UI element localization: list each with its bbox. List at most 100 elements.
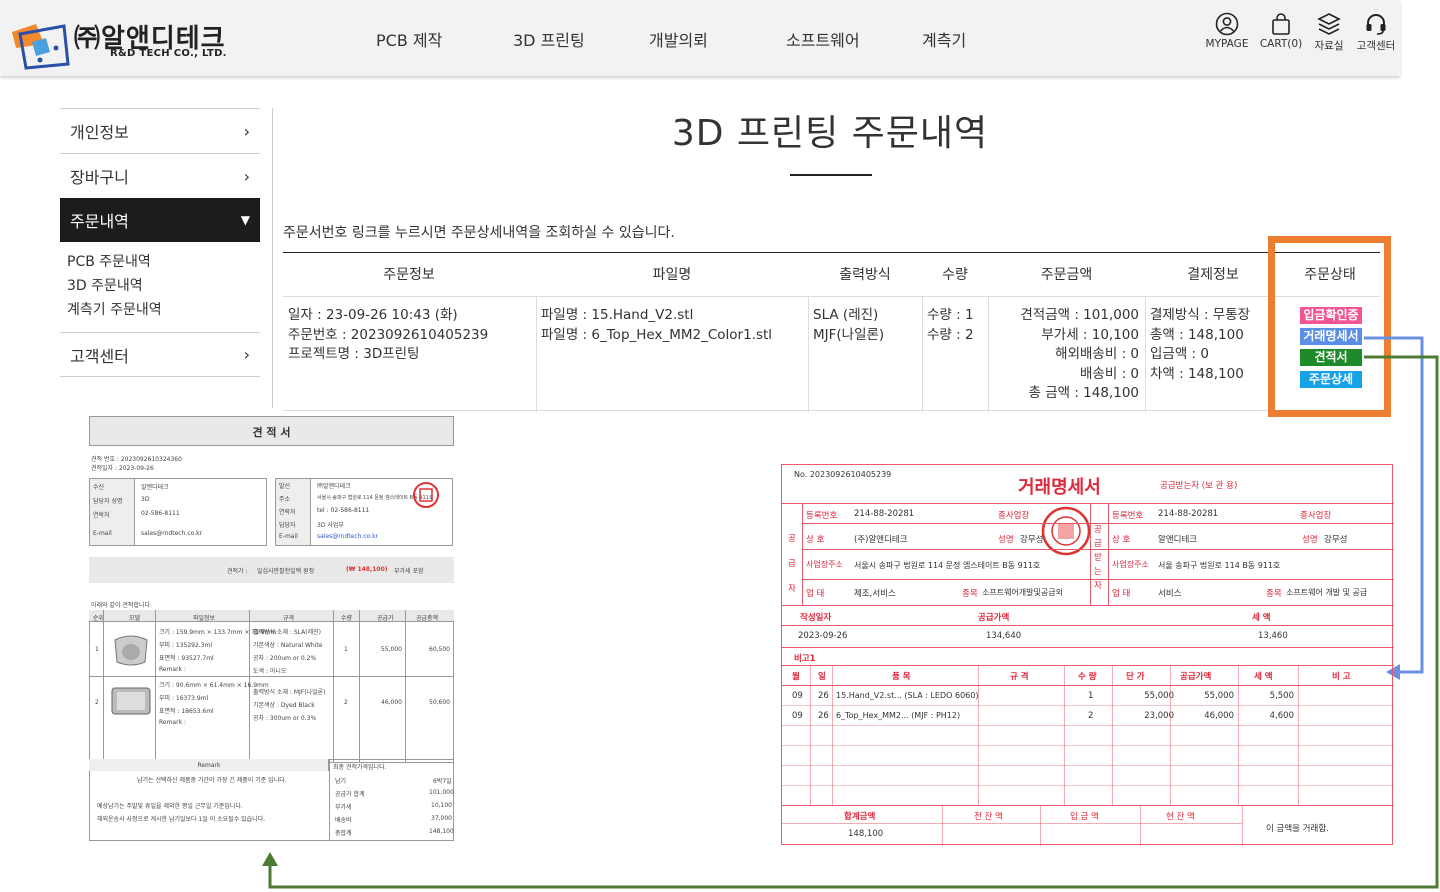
- invoice-receiver-address: 서울 송파구 법원로 114 B동 911호: [1158, 561, 1281, 570]
- invoice-subtitle: 공급받는자 (보 관 용): [1160, 481, 1238, 491]
- quote-item-info: 표면적 : 93527.7ml: [159, 655, 214, 662]
- quote-number: 견적 번호 : 2023092610324360: [91, 456, 182, 463]
- quote-field-label: 수신: [93, 484, 105, 491]
- invoice-foot-header: 전 잔 액: [974, 812, 1003, 822]
- quote-field-value: sales@rndtech.co.kr: [317, 533, 379, 540]
- quote-total-label: 견적가 :: [227, 568, 248, 575]
- quote-field-label: 주소: [279, 496, 291, 503]
- invoice-line-qty: 2: [1088, 711, 1094, 721]
- quote-item-price: 46,000: [381, 699, 402, 706]
- invoice-foot-header: 입 금 액: [1070, 812, 1099, 822]
- invoice-label: 업 태: [806, 589, 825, 599]
- quote-intro: 아래와 같이 견적합니다.: [91, 602, 152, 609]
- invoice-date-head: 작성일자: [800, 613, 832, 623]
- quote-item-header: 모델: [129, 615, 141, 622]
- invoice-supplier-item: 소프트웨어개발및공급외: [982, 588, 1063, 597]
- invoice-line-header: 세 액: [1254, 672, 1273, 682]
- invoice-line-month: 09: [792, 711, 803, 721]
- quote-summary-head: 최종 견적가격입니다.: [333, 764, 387, 771]
- invoice-supplier-address: 서울시 송파구 법원로 114 문정 엠스테이트 B동 911호: [854, 561, 1041, 570]
- quote-remark-head: Remark: [197, 762, 221, 769]
- quote-field-label: 발신: [279, 483, 291, 490]
- invoice-line-item: 6_Top_Hex_MM2... (MJF : PH12): [836, 711, 961, 720]
- quote-item-total: 50,600: [429, 699, 450, 706]
- invoice-line-month: 09: [792, 691, 803, 701]
- invoice-foot-note: 이 금액을 거래함.: [1266, 824, 1329, 834]
- invoice-label: 업 태: [1112, 589, 1131, 599]
- quote-item-header: 수량: [341, 615, 353, 622]
- quote-item-spec: 공차 : 200um or 0.2%: [253, 655, 317, 662]
- invoice-receiver-item: 소프트웨어 개발 및 공급: [1286, 588, 1368, 597]
- quote-field-value: ㈜알앤디테크: [317, 483, 351, 490]
- invoice-label: 종사업장: [998, 511, 1030, 521]
- invoice-title: 거래명세서: [1018, 477, 1101, 498]
- green-arrowhead-icon: [262, 852, 278, 866]
- invoice-line-header: 단 가: [1126, 672, 1145, 682]
- quote-summary-label: 배송비: [335, 817, 352, 824]
- quote-item-info: Remark :: [159, 719, 186, 726]
- invoice-memo: 비고1: [794, 654, 816, 664]
- quote-item-no: 2: [95, 699, 99, 706]
- quote-summary-value: 10,100: [431, 802, 452, 809]
- quote-item-spec: 공차 : 300um or 0.3%: [253, 715, 317, 722]
- invoice-document-preview: No. 2023092610405239 거래명세서 공급받는자 (보 관 용)…: [781, 464, 1394, 846]
- quote-field-value: 3D 사업부: [317, 522, 344, 529]
- quote-item-qty: 2: [344, 699, 348, 706]
- quote-summary-label: 납기: [335, 778, 347, 785]
- quote-total-amount: (₩ 148,100): [346, 566, 388, 573]
- invoice-line-day: 26: [818, 711, 829, 721]
- invoice-line-item: 15.Hand_V2.st... (SLA : LEDO 6060): [836, 691, 979, 700]
- quote-field-value: sales@rndtech.co.kr: [141, 530, 203, 537]
- invoice-line-header: 품 목: [892, 672, 911, 682]
- quote-field-label: 담당자 성명: [93, 498, 123, 505]
- quote-item-spec: 출력방식 소재 : MJF(나일론): [253, 689, 326, 696]
- quote-field-label: E-mail: [93, 530, 112, 537]
- invoice-line-header: 월: [792, 672, 800, 682]
- invoice-line-unit-price: 55,000: [1144, 691, 1174, 701]
- quote-remark-line: 납기는 선택하신 제품중 기간이 가장 긴 제품이 기준 입니다.: [137, 777, 287, 784]
- invoice-receiver-reg: 214-88-20281: [1158, 509, 1219, 519]
- quote-summary-label: 총합계: [335, 830, 352, 837]
- invoice-foot-header: 현 잔 액: [1166, 812, 1195, 822]
- quote-field-value: 02-586-8111: [141, 510, 180, 517]
- invoice-line-header: 일: [818, 672, 826, 682]
- quote-item-no: 1: [95, 646, 99, 653]
- quote-item-info: 표면적 : 18653.6ml: [159, 708, 214, 715]
- hand-model-thumbnail: [114, 635, 148, 666]
- invoice-label: 상 호: [1112, 535, 1131, 545]
- invoice-label: 등록번호: [1112, 511, 1144, 521]
- invoice-label: 사업장주소: [1112, 560, 1149, 569]
- quote-item-qty: 1: [344, 646, 348, 653]
- invoice-receiver-type: 서비스: [1158, 589, 1182, 599]
- quote-summary-label: 부가세: [335, 804, 352, 811]
- invoice-supplier-name: (주)알앤디테크: [854, 535, 908, 545]
- invoice-receiver-ceo: 강무성: [1324, 535, 1348, 545]
- invoice-line-tax: 5,500: [1269, 691, 1294, 701]
- invoice-label: 종목: [962, 589, 978, 599]
- quote-total-note: 부가세 포함: [394, 568, 424, 575]
- company-seal-icon: [413, 482, 439, 508]
- invoice-label: 성명: [1302, 535, 1318, 545]
- quote-document-preview: 견 적 서 견적 번호 : 2023092610324360 견적일자 : 20…: [89, 416, 454, 841]
- invoice-line-day: 26: [818, 691, 829, 701]
- quote-field-label: 담당자: [279, 522, 296, 529]
- invoice-label: 등록번호: [806, 511, 838, 521]
- invoice-label: 사업장주소: [806, 560, 843, 569]
- invoice-line-supply: 46,000: [1204, 711, 1234, 721]
- quote-item-total: 60,500: [429, 646, 450, 653]
- quote-field-value: 알앤디테크: [141, 484, 169, 491]
- quote-summary-label: 공급가 합계: [335, 791, 365, 798]
- invoice-line-header: 규 격: [1010, 672, 1029, 682]
- invoice-label: 상 호: [806, 535, 825, 545]
- quote-item-spec: 기본색상 : Dyed Black: [253, 702, 315, 709]
- invoice-tax-head: 세 액: [1252, 613, 1271, 623]
- invoice-label: 종사업장: [1300, 511, 1332, 521]
- quote-date: 견적일자 : 2023-09-26: [91, 465, 154, 472]
- quote-item-info: 부피 : 16373.9ml: [159, 695, 209, 702]
- invoice-supplier-type: 제조,서비스: [854, 589, 896, 599]
- invoice-label: 종목: [1266, 589, 1282, 599]
- quote-item-spec: 기본색상 : Natural White: [253, 642, 323, 649]
- quote-remark-line: 예상납기는 주말및 휴일을 제외한 평일 근무일 기준입니다.: [97, 803, 243, 810]
- quote-item-spec: 도색 : 아니오: [253, 668, 287, 675]
- quote-field-value: tel : 02-586-8111: [317, 507, 370, 514]
